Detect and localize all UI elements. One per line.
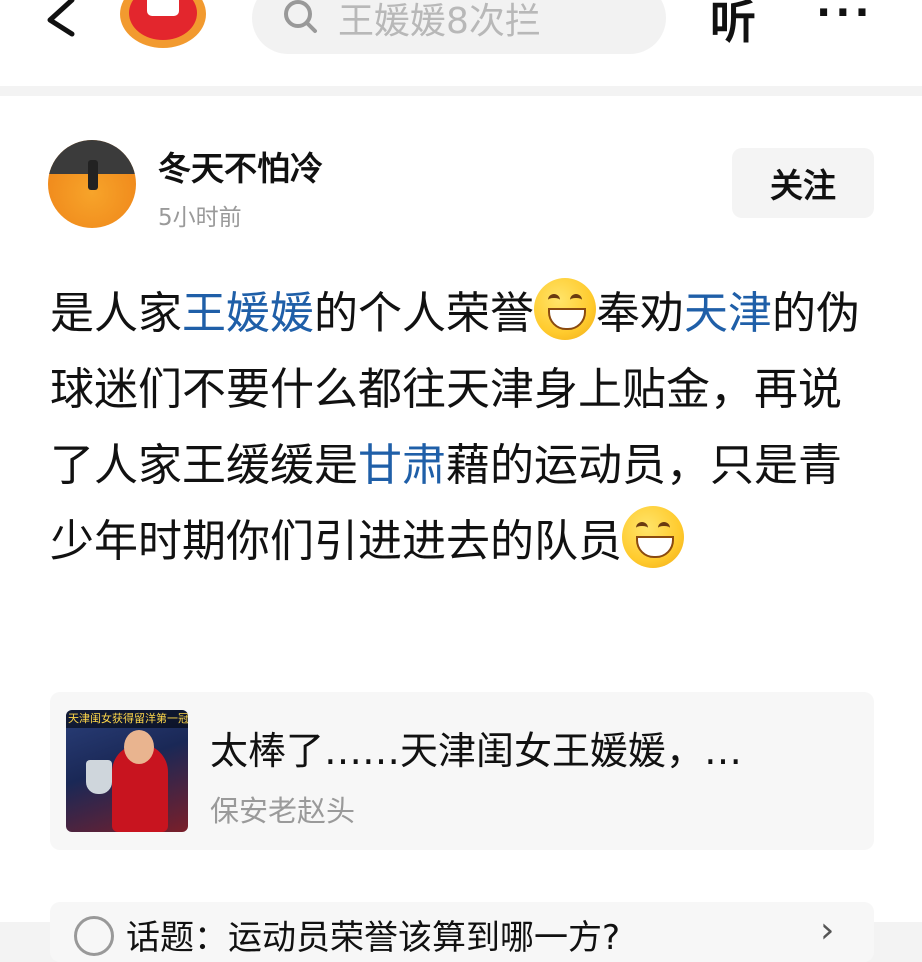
laughing-emoji-icon (534, 278, 596, 340)
search-icon (282, 0, 318, 36)
listen-button[interactable]: 听 (710, 0, 756, 52)
shared-article-source: 保安老赵头 (210, 794, 356, 828)
shared-article-title: 太棒了……天津闺女王媛媛，… (210, 729, 743, 773)
post-text-segment: 的个人荣誉 (314, 288, 534, 339)
app-logo-icon[interactable] (120, 0, 206, 48)
link-gansu[interactable]: 甘肃 (358, 440, 446, 491)
topic-row[interactable]: 话题：运动员荣誉该算到哪一方? › (50, 902, 874, 962)
more-icon[interactable]: ··· (816, 0, 874, 36)
post-content: 是人家王媛媛的个人荣誉 奉劝天津的伪球迷们不要什么都往天津身上贴金，再说了人家王缓… (50, 276, 880, 580)
topic-icon (74, 916, 114, 956)
back-arrow-icon[interactable] (36, 0, 86, 44)
link-wang-yuanyuan[interactable]: 王媛媛 (182, 288, 314, 339)
search-input[interactable]: 王媛媛8次拦 (252, 0, 666, 54)
search-query-text: 王媛媛8次拦 (338, 1, 541, 42)
chevron-right-icon: › (820, 910, 835, 951)
top-bar: 王媛媛8次拦 听 ··· (0, 0, 922, 86)
shared-article-card[interactable]: 天津闺女获得留洋第一冠 太棒了……天津闺女王媛媛，… 保安老赵头 (50, 692, 874, 850)
author-name[interactable]: 冬天不怕冷 (158, 142, 323, 190)
article-thumbnail: 天津闺女获得留洋第一冠 (66, 710, 188, 832)
post-card: 冬天不怕冷 5小时前 关注 是人家王媛媛的个人荣誉 奉劝天津的伪球迷们不要什么都往… (0, 96, 922, 962)
post-time: 5小时前 (158, 205, 242, 231)
link-tianjin[interactable]: 天津 (684, 288, 772, 339)
post-text-segment: 是人家 (50, 288, 182, 339)
avatar[interactable] (48, 140, 136, 228)
topic-text: 话题：运动员荣誉该算到哪一方? (126, 918, 621, 958)
thumbnail-caption: 天津闺女获得留洋第一冠 (66, 710, 188, 728)
post-text-segment: 奉劝 (596, 288, 684, 339)
follow-button[interactable]: 关注 (732, 148, 874, 218)
grin-emoji-icon (622, 506, 684, 568)
